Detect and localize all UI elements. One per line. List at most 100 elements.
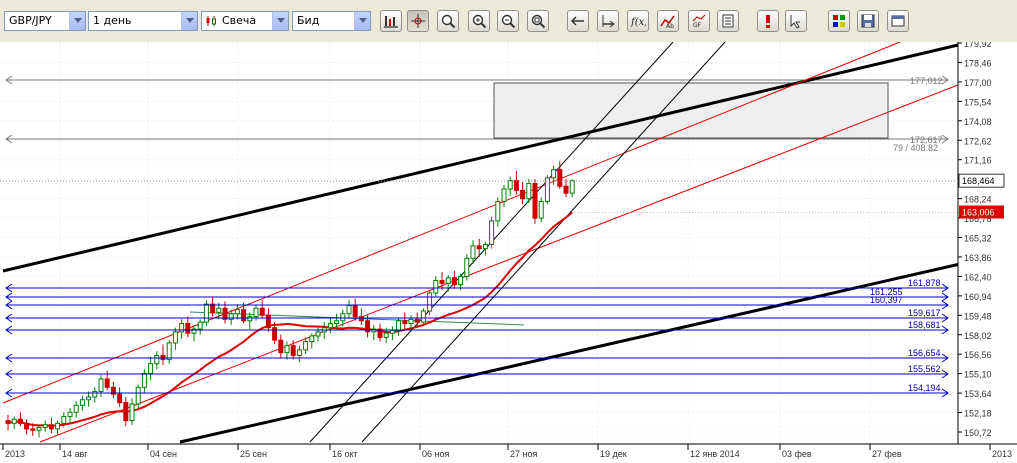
candle-body xyxy=(396,320,402,331)
chevron-down-icon[interactable] xyxy=(272,12,288,30)
level-label: 156,654 xyxy=(908,348,941,358)
candle[interactable] xyxy=(427,290,433,316)
candle-body xyxy=(445,277,451,284)
candle-body xyxy=(501,188,507,202)
candle-body xyxy=(241,309,247,322)
shift-left-button[interactable] xyxy=(567,10,589,32)
cursor-button[interactable] xyxy=(785,10,807,32)
candle-body xyxy=(141,372,147,388)
x-tick-label: 19 дек xyxy=(600,449,627,459)
zoom-in-button[interactable] xyxy=(468,10,490,32)
level-label: 177,012 xyxy=(910,76,943,86)
function-icon: f(x) xyxy=(630,17,646,28)
candle-body xyxy=(414,318,420,323)
window-button[interactable] xyxy=(887,10,909,32)
symbol-value: GBP/JPY xyxy=(9,14,52,27)
y-tick-label: 153,64 xyxy=(964,389,992,399)
candle-body xyxy=(569,180,575,194)
candle-body xyxy=(334,320,340,325)
candle[interactable] xyxy=(489,216,495,249)
rectangle-zone[interactable] xyxy=(493,82,889,139)
colors-button[interactable] xyxy=(828,10,850,32)
candle-body xyxy=(185,323,191,334)
candle-body xyxy=(17,418,23,424)
candle-body xyxy=(234,309,240,315)
price-type-select[interactable]: Бид xyxy=(292,11,371,31)
candle-body xyxy=(247,316,253,322)
y-tick-label: 159,48 xyxy=(964,311,992,321)
period-select[interactable]: 1 день xyxy=(88,11,198,31)
indicator-icon: Ab xyxy=(660,15,675,29)
chevron-down-icon[interactable] xyxy=(69,12,85,30)
y-tick-label: 163,86 xyxy=(964,253,992,263)
candle-body xyxy=(340,313,346,322)
crosshair-icon xyxy=(411,14,425,28)
candle-body xyxy=(179,323,185,333)
crosshair-button[interactable] xyxy=(407,10,429,32)
save-button[interactable] xyxy=(857,10,879,32)
candle-body xyxy=(433,280,439,294)
candle-body xyxy=(451,277,457,286)
symbol-select[interactable]: GBP/JPY xyxy=(4,11,86,31)
chevron-down-icon[interactable] xyxy=(181,12,197,30)
alert-button[interactable] xyxy=(757,10,779,32)
candle-body xyxy=(526,182,532,200)
candle[interactable] xyxy=(538,197,544,223)
x-tick-label: 06 ноя xyxy=(422,449,449,459)
gf-button[interactable]: GF xyxy=(688,10,710,32)
candle-body xyxy=(228,313,234,320)
candle-body xyxy=(216,307,222,313)
candle-body xyxy=(123,402,129,422)
candle[interactable] xyxy=(203,299,209,327)
function-button[interactable]: f(x) xyxy=(627,10,649,32)
window-icon xyxy=(891,15,905,27)
chart-type-select[interactable]: Свеча xyxy=(201,11,289,31)
candle-body xyxy=(79,399,85,406)
zoom-out-button[interactable] xyxy=(497,10,519,32)
candle-body xyxy=(439,280,445,284)
indicator-button[interactable]: Ab xyxy=(657,10,679,32)
ma-price-label: 163,006 xyxy=(962,208,995,218)
candle-body xyxy=(154,354,160,365)
candle-body xyxy=(464,257,470,277)
candle-body xyxy=(290,345,296,356)
hist-mode-button[interactable] xyxy=(380,10,402,32)
y-tick-label: 152,18 xyxy=(964,409,992,419)
candle-body xyxy=(92,390,98,398)
shift-end-button[interactable] xyxy=(597,10,619,32)
x-tick-label: 27 ноя xyxy=(510,449,537,459)
x-tick-label: 12 янв 2014 xyxy=(690,449,740,459)
hist-mode-icon xyxy=(384,16,398,28)
candle-body xyxy=(420,310,426,323)
candle-body xyxy=(11,418,17,424)
candle-body xyxy=(427,292,433,312)
save-icon xyxy=(861,14,875,28)
toolbar: GBP/JPY 1 день Свеча Бид f(x) Ab GF xyxy=(0,0,1017,43)
candle-body xyxy=(563,185,569,194)
candle-body xyxy=(117,393,123,404)
zoom-fit-button[interactable] xyxy=(527,10,549,32)
chart-window: { "toolbar": { "symbol": "GBP/JPY", "per… xyxy=(0,0,1017,463)
candle-body xyxy=(259,307,265,316)
level-label: 161,878 xyxy=(908,278,941,288)
y-tick-label: 171,16 xyxy=(964,156,992,166)
candle-body xyxy=(104,378,110,388)
candle-body xyxy=(129,403,135,422)
candle-body xyxy=(557,169,563,187)
candle-body xyxy=(470,245,476,259)
zoom-select-icon xyxy=(441,14,456,29)
candle-body xyxy=(197,321,203,330)
notes-button[interactable] xyxy=(717,10,739,32)
candle-body xyxy=(73,404,79,413)
candle-body xyxy=(36,427,42,431)
chevron-down-icon[interactable] xyxy=(354,12,370,30)
candle-body xyxy=(160,354,166,361)
candle-body xyxy=(458,275,464,286)
candle[interactable] xyxy=(532,179,538,224)
zoom-select-button[interactable] xyxy=(437,10,459,32)
price-chart[interactable]: 79 / 408.82 177,012172,617 161,878161,25… xyxy=(0,42,1017,463)
candle-body xyxy=(172,331,178,344)
candle[interactable] xyxy=(544,175,550,205)
zoom-fit-icon xyxy=(531,14,546,29)
candle[interactable] xyxy=(464,254,470,281)
